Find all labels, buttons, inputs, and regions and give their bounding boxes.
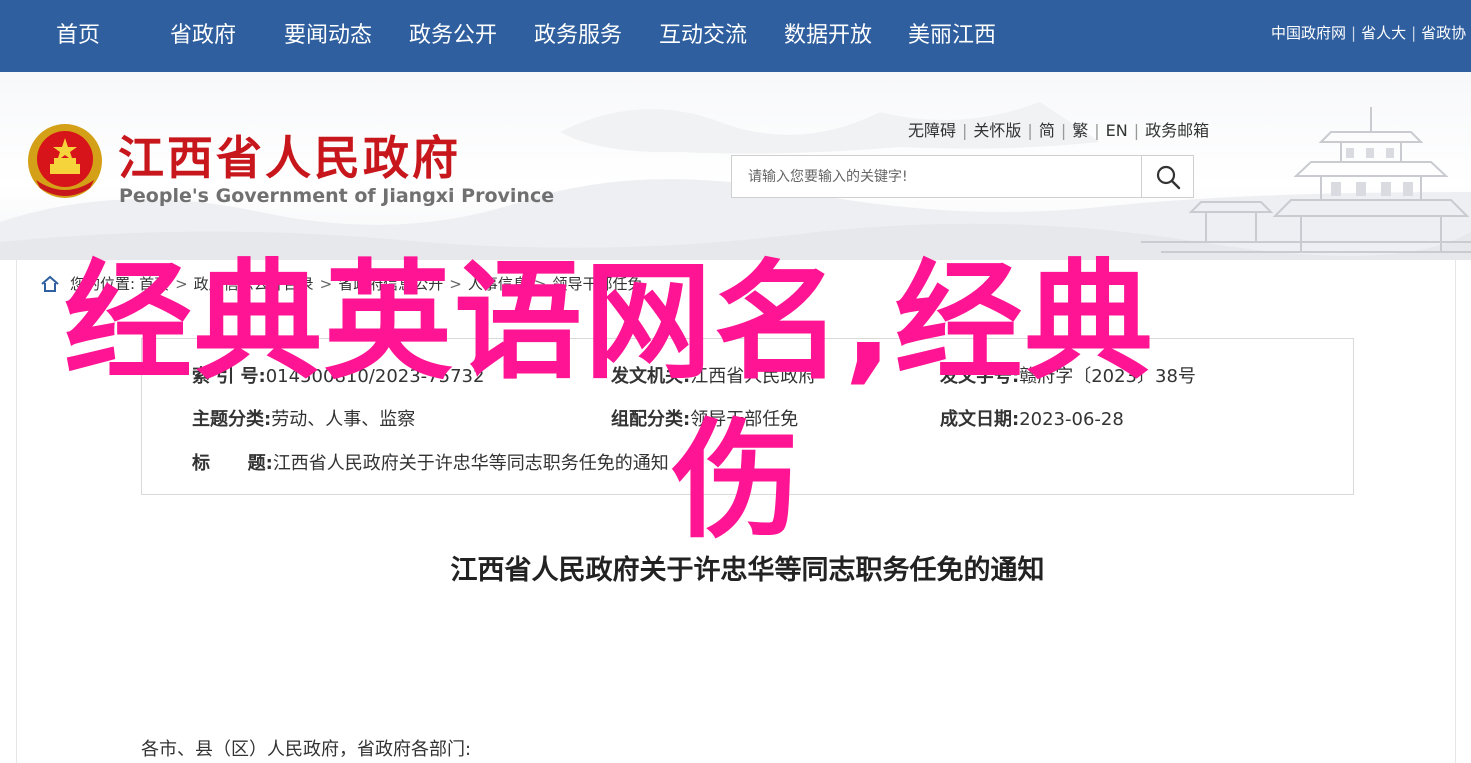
topic-category-value: 劳动、人事、监察 bbox=[271, 409, 416, 430]
english-link[interactable]: EN bbox=[1106, 121, 1128, 140]
document-title-label: 标 题: bbox=[192, 453, 273, 474]
top-external-links: 中国政府网 | 省人大 | 省政协 bbox=[1271, 24, 1467, 42]
overlay-watermark-text: 经典英语网名,经典 bbox=[64, 248, 1155, 397]
simplified-chinese-link[interactable]: 简 bbox=[1039, 121, 1055, 140]
search-box bbox=[731, 155, 1194, 198]
nav-item-open-data[interactable]: 数据开放 bbox=[784, 18, 872, 54]
written-date-row: 成文日期:2023-06-28 bbox=[940, 405, 1124, 431]
accessibility-link[interactable]: 无障碍 bbox=[908, 121, 956, 140]
government-mailbox-link[interactable]: 政务邮箱 bbox=[1145, 121, 1209, 140]
search-icon bbox=[1156, 165, 1180, 189]
overlay-watermark-text-line2: 伤 bbox=[672, 407, 801, 556]
nav-item-beautiful-jiangxi[interactable]: 美丽江西 bbox=[908, 18, 996, 54]
link-provincial-cppcc[interactable]: 省政协 bbox=[1421, 24, 1466, 42]
site-title: 江西省人民政府 bbox=[118, 131, 461, 185]
traditional-chinese-link[interactable]: 繁 bbox=[1072, 121, 1088, 140]
written-date-value: 2023-06-28 bbox=[1019, 409, 1124, 430]
link-china-government[interactable]: 中国政府网 bbox=[1271, 24, 1346, 42]
link-provincial-congress[interactable]: 省人大 bbox=[1361, 24, 1406, 42]
nav-item-interaction[interactable]: 互动交流 bbox=[659, 18, 747, 54]
nav-item-news[interactable]: 要闻动态 bbox=[284, 18, 372, 54]
document-title-row: 标 题:江西省人民政府关于许忠华等同志职务任免的通知 bbox=[192, 449, 669, 475]
nav-item-government-services[interactable]: 政务服务 bbox=[534, 18, 622, 54]
topic-category-row: 主题分类:劳动、人事、监察 bbox=[192, 405, 415, 431]
national-emblem-logo bbox=[28, 124, 102, 198]
nav-item-home[interactable]: 首页 bbox=[56, 18, 100, 54]
site-subtitle-english: People's Government of Jiangxi Province bbox=[119, 185, 555, 207]
nav-item-government-affairs-disclosure[interactable]: 政务公开 bbox=[409, 18, 497, 54]
search-input[interactable] bbox=[732, 156, 1141, 197]
site-header: 江西省人民政府 People's Government of Jiangxi P… bbox=[0, 72, 1471, 260]
document-title-value: 江西省人民政府关于许忠华等同志职务任免的通知 bbox=[272, 453, 669, 474]
topic-category-label: 主题分类: bbox=[192, 409, 272, 430]
top-navigation-bar: 首页 省政府 要闻动态 政务公开 政务服务 互动交流 数据开放 美丽江西 中国政… bbox=[0, 0, 1471, 72]
home-icon bbox=[41, 275, 59, 292]
written-date-label: 成文日期: bbox=[940, 409, 1020, 430]
article-greeting: 各市、县（区）人民政府，省政府各部门: bbox=[141, 739, 472, 760]
search-button[interactable] bbox=[1141, 156, 1193, 197]
nav-item-provincial-government[interactable]: 省政府 bbox=[170, 18, 236, 54]
utility-links: 无障碍 | 关怀版 | 简 | 繁 | EN | 政务邮箱 bbox=[908, 121, 1210, 140]
elderly-care-mode-link[interactable]: 关怀版 bbox=[973, 121, 1021, 140]
